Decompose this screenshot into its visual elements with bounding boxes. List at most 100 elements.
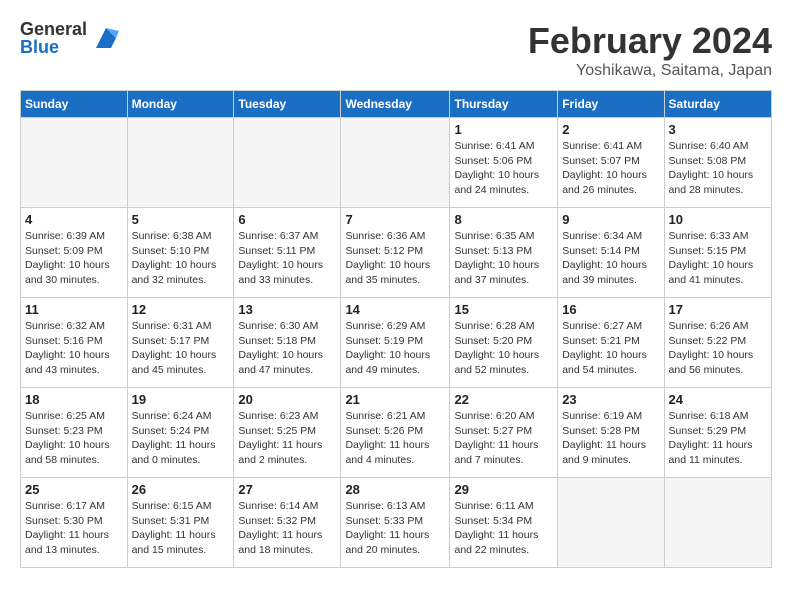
calendar-cell: 21 Sunrise: 6:21 AMSunset: 5:26 PMDayligh… <box>341 388 450 478</box>
day-number: 10 <box>669 212 767 227</box>
day-info: Sunrise: 6:41 AMSunset: 5:07 PMDaylight:… <box>562 139 659 198</box>
day-number: 8 <box>454 212 553 227</box>
day-info: Sunrise: 6:27 AMSunset: 5:21 PMDaylight:… <box>562 319 659 378</box>
column-header-wednesday: Wednesday <box>341 91 450 118</box>
day-info: Sunrise: 6:24 AMSunset: 5:24 PMDaylight:… <box>132 409 230 468</box>
calendar-week-2: 4Sunrise: 6:39 AMSunset: 5:09 PMDaylight… <box>21 208 772 298</box>
logo-general-text: General <box>20 20 87 38</box>
column-header-sunday: Sunday <box>21 91 128 118</box>
calendar-cell: 6 Sunrise: 6:37 AMSunset: 5:11 PMDaylight… <box>234 208 341 298</box>
calendar-cell <box>127 118 234 208</box>
day-number: 26 <box>132 482 230 497</box>
day-number: 24 <box>669 392 767 407</box>
day-number: 19 <box>132 392 230 407</box>
column-header-friday: Friday <box>558 91 664 118</box>
day-info: Sunrise: 6:26 AMSunset: 5:22 PMDaylight:… <box>669 319 767 378</box>
calendar-cell: 5 Sunrise: 6:38 AMSunset: 5:10 PMDaylight… <box>127 208 234 298</box>
day-number: 28 <box>345 482 445 497</box>
day-info: Sunrise: 6:29 AMSunset: 5:19 PMDaylight:… <box>345 319 445 378</box>
day-info: Sunrise: 6:34 AMSunset: 5:14 PMDaylight:… <box>562 229 659 288</box>
calendar-cell: 9Sunrise: 6:34 AMSunset: 5:14 PMDaylight… <box>558 208 664 298</box>
calendar-cell <box>558 478 664 568</box>
calendar-cell: 13 Sunrise: 6:30 AMSunset: 5:18 PMDayligh… <box>234 298 341 388</box>
calendar-cell: 16 Sunrise: 6:27 AMSunset: 5:21 PMDayligh… <box>558 298 664 388</box>
calendar-cell: 18Sunrise: 6:25 AMSunset: 5:23 PMDayligh… <box>21 388 128 478</box>
day-number: 16 <box>562 302 659 317</box>
day-info: Sunrise: 6:37 AMSunset: 5:11 PMDaylight:… <box>238 229 336 288</box>
day-number: 3 <box>669 122 767 137</box>
day-number: 27 <box>238 482 336 497</box>
calendar-cell: 25 Sunrise: 6:17 AMSunset: 5:30 PMDayligh… <box>21 478 128 568</box>
day-number: 29 <box>454 482 553 497</box>
day-info: Sunrise: 6:23 AMSunset: 5:25 PMDaylight:… <box>238 409 336 468</box>
day-info: Sunrise: 6:30 AMSunset: 5:18 PMDaylight:… <box>238 319 336 378</box>
day-info: Sunrise: 6:20 AMSunset: 5:27 PMDaylight:… <box>454 409 553 468</box>
column-header-monday: Monday <box>127 91 234 118</box>
day-info: Sunrise: 6:33 AMSunset: 5:15 PMDaylight:… <box>669 229 767 288</box>
day-info: Sunrise: 6:15 AMSunset: 5:31 PMDaylight:… <box>132 499 230 558</box>
calendar-cell <box>664 478 771 568</box>
calendar-cell: 10 Sunrise: 6:33 AMSunset: 5:15 PMDayligh… <box>664 208 771 298</box>
calendar-cell: 29 Sunrise: 6:11 AMSunset: 5:34 PMDayligh… <box>450 478 558 568</box>
calendar-cell <box>21 118 128 208</box>
day-number: 23 <box>562 392 659 407</box>
calendar-cell: 3 Sunrise: 6:40 AMSunset: 5:08 PMDaylight… <box>664 118 771 208</box>
day-info: Sunrise: 6:40 AMSunset: 5:08 PMDaylight:… <box>669 139 767 198</box>
day-info: Sunrise: 6:14 AMSunset: 5:32 PMDaylight:… <box>238 499 336 558</box>
calendar-week-1: 1 Sunrise: 6:41 AMSunset: 5:06 PMDaylight… <box>21 118 772 208</box>
day-info: Sunrise: 6:31 AMSunset: 5:17 PMDaylight:… <box>132 319 230 378</box>
calendar-cell: 23 Sunrise: 6:19 AMSunset: 5:28 PMDayligh… <box>558 388 664 478</box>
day-info: Sunrise: 6:21 AMSunset: 5:26 PMDaylight:… <box>345 409 445 468</box>
calendar-cell: 11Sunrise: 6:32 AMSunset: 5:16 PMDayligh… <box>21 298 128 388</box>
calendar-cell: 28Sunrise: 6:13 AMSunset: 5:33 PMDayligh… <box>341 478 450 568</box>
day-info: Sunrise: 6:41 AMSunset: 5:06 PMDaylight:… <box>454 139 553 198</box>
day-info: Sunrise: 6:32 AMSunset: 5:16 PMDaylight:… <box>25 319 123 378</box>
calendar-table: SundayMondayTuesdayWednesdayThursdayFrid… <box>20 90 772 568</box>
calendar-week-3: 11Sunrise: 6:32 AMSunset: 5:16 PMDayligh… <box>21 298 772 388</box>
logo-blue-text: Blue <box>20 38 87 56</box>
calendar-cell: 2 Sunrise: 6:41 AMSunset: 5:07 PMDaylight… <box>558 118 664 208</box>
column-header-thursday: Thursday <box>450 91 558 118</box>
day-number: 6 <box>238 212 336 227</box>
calendar-cell: 14 Sunrise: 6:29 AMSunset: 5:19 PMDayligh… <box>341 298 450 388</box>
day-info: Sunrise: 6:19 AMSunset: 5:28 PMDaylight:… <box>562 409 659 468</box>
day-number: 5 <box>132 212 230 227</box>
day-number: 1 <box>454 122 553 137</box>
calendar-cell: 24 Sunrise: 6:18 AMSunset: 5:29 PMDayligh… <box>664 388 771 478</box>
day-info: Sunrise: 6:17 AMSunset: 5:30 PMDaylight:… <box>25 499 123 558</box>
column-header-saturday: Saturday <box>664 91 771 118</box>
calendar-cell: 19 Sunrise: 6:24 AMSunset: 5:24 PMDayligh… <box>127 388 234 478</box>
calendar-cell: 27 Sunrise: 6:14 AMSunset: 5:32 PMDayligh… <box>234 478 341 568</box>
calendar-cell: 26 Sunrise: 6:15 AMSunset: 5:31 PMDayligh… <box>127 478 234 568</box>
calendar-cell: 8Sunrise: 6:35 AMSunset: 5:13 PMDaylight… <box>450 208 558 298</box>
title-section: February 2024 Yoshikawa, Saitama, Japan <box>528 20 772 80</box>
calendar-week-5: 25 Sunrise: 6:17 AMSunset: 5:30 PMDayligh… <box>21 478 772 568</box>
day-number: 2 <box>562 122 659 137</box>
calendar-header-row: SundayMondayTuesdayWednesdayThursdayFrid… <box>21 91 772 118</box>
month-title: February 2024 <box>528 20 772 62</box>
day-number: 7 <box>345 212 445 227</box>
day-number: 4 <box>25 212 123 227</box>
day-info: Sunrise: 6:38 AMSunset: 5:10 PMDaylight:… <box>132 229 230 288</box>
calendar-cell: 20 Sunrise: 6:23 AMSunset: 5:25 PMDayligh… <box>234 388 341 478</box>
calendar-cell: 22 Sunrise: 6:20 AMSunset: 5:27 PMDayligh… <box>450 388 558 478</box>
day-number: 21 <box>345 392 445 407</box>
day-number: 14 <box>345 302 445 317</box>
calendar-cell: 4Sunrise: 6:39 AMSunset: 5:09 PMDaylight… <box>21 208 128 298</box>
calendar-week-4: 18Sunrise: 6:25 AMSunset: 5:23 PMDayligh… <box>21 388 772 478</box>
day-number: 15 <box>454 302 553 317</box>
calendar-cell <box>341 118 450 208</box>
calendar-cell: 7Sunrise: 6:36 AMSunset: 5:12 PMDaylight… <box>341 208 450 298</box>
calendar-cell: 15 Sunrise: 6:28 AMSunset: 5:20 PMDayligh… <box>450 298 558 388</box>
column-header-tuesday: Tuesday <box>234 91 341 118</box>
day-info: Sunrise: 6:11 AMSunset: 5:34 PMDaylight:… <box>454 499 553 558</box>
day-number: 25 <box>25 482 123 497</box>
location-title: Yoshikawa, Saitama, Japan <box>528 62 772 80</box>
day-number: 18 <box>25 392 123 407</box>
day-info: Sunrise: 6:28 AMSunset: 5:20 PMDaylight:… <box>454 319 553 378</box>
logo: General Blue <box>20 20 121 56</box>
day-number: 20 <box>238 392 336 407</box>
day-number: 13 <box>238 302 336 317</box>
day-number: 22 <box>454 392 553 407</box>
day-info: Sunrise: 6:18 AMSunset: 5:29 PMDaylight:… <box>669 409 767 468</box>
